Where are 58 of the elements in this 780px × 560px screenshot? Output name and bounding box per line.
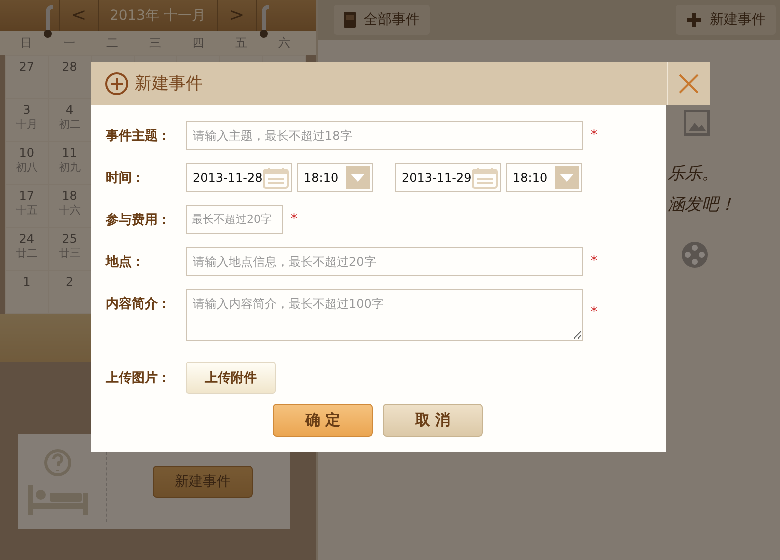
date-field[interactable]: 2013-11-28 — [186, 163, 292, 192]
weekday-label: 五 — [234, 34, 248, 52]
month-title: 2013年 十一月 — [108, 6, 208, 24]
location-input[interactable]: 请输入地点信息，最长不超过20字 — [186, 247, 583, 276]
subject-input[interactable]: 请输入主题，最长不超过18字 — [186, 121, 583, 150]
date-field[interactable]: 2013-11-29 — [395, 163, 501, 192]
weekday-label: 日 — [20, 34, 34, 52]
field-label: 内容简介： — [106, 296, 172, 313]
calendar-day-number[interactable]: 4 — [66, 103, 74, 117]
weekday-label: 六 — [278, 34, 292, 52]
new-event-button[interactable]: 新建事件 — [676, 5, 776, 35]
calendar-day-number[interactable]: 17 — [19, 189, 35, 203]
handwritten-note: 涵发吧！ — [668, 194, 736, 216]
calendar-day-number[interactable]: 2 — [66, 275, 74, 289]
fee-input[interactable]: 最长不超过20字 — [186, 205, 283, 234]
time-dropdown[interactable]: 18:10 — [297, 163, 373, 192]
calendar-day-number[interactable]: 18 — [62, 189, 78, 203]
calendar-day-number[interactable]: 25 — [62, 232, 78, 246]
field-label: 地点： — [106, 254, 146, 270]
calendar-icon — [472, 166, 498, 188]
field-label: 参与费用： — [106, 212, 172, 228]
all-events-button[interactable]: 全部事件 — [334, 5, 430, 35]
field-label: 上传图片： — [106, 370, 172, 386]
calendar-day-number[interactable]: 10 — [19, 146, 35, 160]
required-mark: * — [591, 305, 598, 320]
calendar-day-number[interactable]: 11 — [62, 146, 78, 160]
calendar-icon — [263, 166, 289, 188]
required-mark: * — [291, 212, 298, 227]
calendar-day-number[interactable]: 24 — [19, 232, 35, 246]
confirm-button[interactable]: 确 定 — [273, 404, 373, 437]
calendar-day-number[interactable]: 27 — [19, 60, 35, 74]
field-label: 时间： — [106, 170, 146, 186]
calendar-day-number[interactable]: 28 — [62, 60, 78, 74]
film-reel-icon — [680, 240, 710, 270]
cancel-button[interactable]: 取 消 — [383, 404, 483, 437]
handwritten-note: 乐乐。 — [668, 163, 720, 185]
time-dropdown[interactable]: 18:10 — [506, 163, 582, 192]
weekday-label: 四 — [192, 34, 206, 52]
weekday-label: 三 — [148, 34, 162, 52]
weekday-label: 一 — [62, 34, 76, 52]
dialog-title: 新建事件 — [135, 73, 204, 95]
summary-textarea[interactable]: 请输入内容简介，最长不超过100字 — [186, 289, 583, 341]
calendar-day-number[interactable]: 3 — [23, 103, 31, 117]
picture-icon — [684, 110, 710, 136]
bed-question-icon — [26, 448, 90, 514]
weekday-label: 二 — [106, 34, 120, 52]
dropdown-arrow-icon — [351, 174, 365, 182]
plus-icon — [686, 12, 702, 28]
dropdown-arrow-icon — [560, 174, 574, 182]
calendar-day-number[interactable]: 1 — [23, 275, 31, 289]
field-label: 事件主题： — [106, 128, 172, 144]
new-event-button[interactable]: 新建事件 — [153, 466, 253, 498]
required-mark: * — [591, 254, 598, 269]
book-icon — [344, 12, 356, 28]
upload-attachment-button[interactable]: 上传附件 — [186, 362, 276, 394]
plus-circle-icon — [105, 72, 129, 96]
close-icon — [678, 72, 700, 94]
required-mark: * — [591, 128, 598, 143]
